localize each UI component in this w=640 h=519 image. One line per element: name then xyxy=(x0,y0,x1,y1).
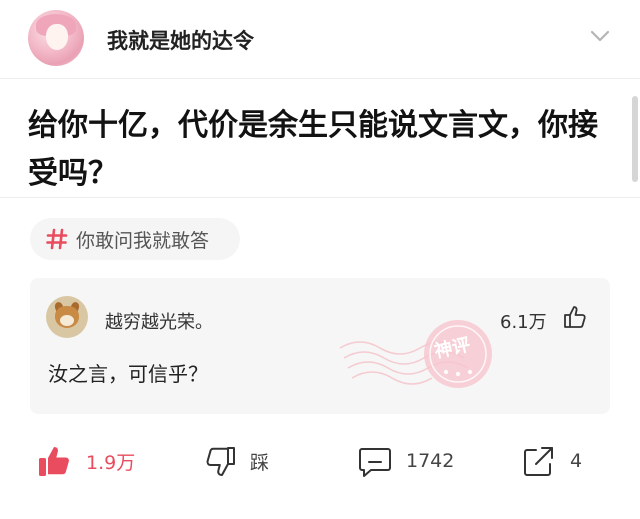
avatar-face xyxy=(46,24,68,50)
like-button[interactable]: 1.9万 xyxy=(38,443,135,479)
hashtag-icon xyxy=(46,228,68,250)
commenter-name[interactable]: 越穷越光荣。 xyxy=(105,308,213,334)
comment-bubble-icon xyxy=(359,448,391,477)
thumbs-up-icon[interactable] xyxy=(562,304,588,330)
share-icon xyxy=(524,447,553,476)
topic-chip[interactable]: 你敢问我就敢答 xyxy=(30,218,240,260)
scrollbar-thumb[interactable] xyxy=(632,96,638,182)
post-header: 我就是她的达令 xyxy=(0,0,640,79)
dislike-label: 踩 xyxy=(250,451,270,474)
chevron-down-icon[interactable] xyxy=(588,24,612,48)
comment-text: 汝之言，可信乎？ xyxy=(48,362,208,386)
author-name[interactable]: 我就是她的达令 xyxy=(107,25,254,55)
topic-label: 你敢问我就敢答 xyxy=(76,229,210,252)
question-title[interactable]: 给你十亿，代价是余生只能说文言文，你接受吗？ xyxy=(28,102,608,198)
author-avatar[interactable] xyxy=(28,10,84,66)
footer-strip xyxy=(0,500,640,519)
comment-button[interactable]: 1742 xyxy=(358,443,454,479)
divider xyxy=(0,197,640,198)
featured-comment-card[interactable]: 神评 越穷越光荣。 6.1万 汝之言，可信乎？ xyxy=(30,278,610,414)
share-button[interactable]: 4 xyxy=(522,443,582,479)
share-count: 4 xyxy=(570,450,583,472)
like-count: 1.9万 xyxy=(86,451,136,474)
commenter-avatar[interactable] xyxy=(46,296,88,338)
comment-like-count: 6.1万 xyxy=(500,312,547,333)
dog-muzzle xyxy=(60,315,74,326)
dislike-button[interactable]: 踩 xyxy=(202,443,269,479)
action-bar: 1.9万 踩 1742 4 xyxy=(0,430,640,496)
comment-count: 1742 xyxy=(406,450,455,472)
thumbs-down-icon xyxy=(206,447,235,476)
thumbs-up-filled-icon xyxy=(39,447,69,476)
